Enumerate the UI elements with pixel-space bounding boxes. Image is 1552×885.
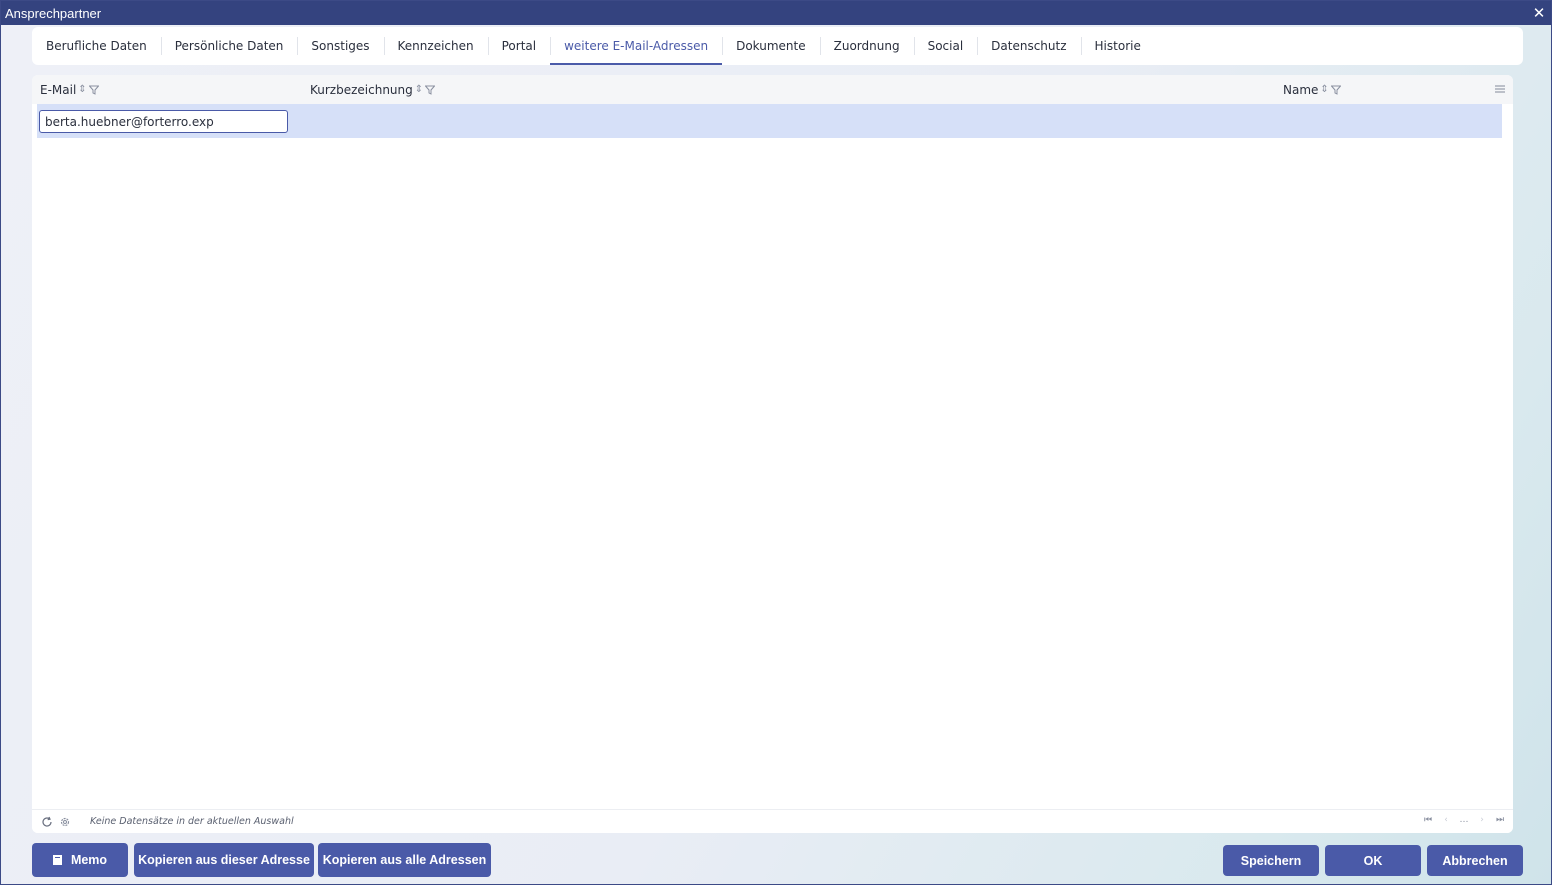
memo-button[interactable]: Memo bbox=[32, 843, 128, 877]
copy-from-this-address-button[interactable]: Kopieren aus dieser Adresse bbox=[134, 843, 314, 877]
tab-berufliche-daten[interactable]: Berufliche Daten bbox=[32, 27, 161, 65]
last-page-icon[interactable]: ⏭ bbox=[1495, 815, 1505, 825]
window-title: Ansprechpartner bbox=[5, 5, 102, 21]
memo-label: Memo bbox=[70, 853, 108, 867]
close-icon[interactable]: ✕ bbox=[1531, 4, 1547, 22]
tab-historie[interactable]: Historie bbox=[1080, 27, 1155, 65]
ok-button[interactable]: OK bbox=[1325, 845, 1421, 876]
tab-social[interactable]: Social bbox=[913, 27, 978, 65]
tab-bar: Berufliche Daten Persönliche Daten Sonst… bbox=[32, 27, 1523, 65]
email-grid: E-Mail ⇕ Kurzbezeichnung ⇕ Name ⇕ berta.… bbox=[32, 75, 1513, 833]
column-label: Kurzbezeichnung bbox=[310, 82, 413, 97]
tab-zuordnung[interactable]: Zuordnung bbox=[819, 27, 914, 65]
sort-icon[interactable]: ⇕ bbox=[1320, 84, 1328, 95]
sort-icon[interactable]: ⇕ bbox=[78, 84, 86, 95]
tab-portal[interactable]: Portal bbox=[487, 27, 550, 65]
first-page-icon[interactable]: ⏮ bbox=[1423, 815, 1433, 825]
column-header-name[interactable]: Name ⇕ bbox=[1283, 75, 1341, 104]
copy-from-all-addresses-button[interactable]: Kopieren aus alle Adressen bbox=[318, 843, 491, 877]
tab-weitere-email-adressen[interactable]: weitere E-Mail-Adressen bbox=[550, 27, 723, 65]
grid-header: E-Mail ⇕ Kurzbezeichnung ⇕ Name ⇕ bbox=[32, 75, 1513, 104]
column-menu-icon[interactable] bbox=[1494, 83, 1506, 95]
column-header-email[interactable]: E-Mail ⇕ bbox=[40, 75, 99, 104]
next-page-icon[interactable]: › bbox=[1477, 815, 1487, 825]
tab-persoenliche-daten[interactable]: Persönliche Daten bbox=[160, 27, 298, 65]
table-row[interactable] bbox=[37, 104, 1502, 138]
pager: ⏮ ‹ … › ⏭ bbox=[1423, 815, 1505, 825]
column-header-kurzbezeichnung[interactable]: Kurzbezeichnung ⇕ bbox=[310, 75, 436, 104]
tab-datenschutz[interactable]: Datenschutz bbox=[977, 27, 1080, 65]
pager-ellipsis-icon: … bbox=[1459, 815, 1469, 825]
save-button[interactable]: Speichern bbox=[1223, 845, 1319, 876]
tab-kennzeichen[interactable]: Kennzeichen bbox=[383, 27, 488, 65]
filter-icon[interactable] bbox=[1330, 85, 1341, 95]
refresh-icon[interactable] bbox=[40, 815, 54, 829]
tab-dokumente[interactable]: Dokumente bbox=[722, 27, 820, 65]
tab-sonstiges[interactable]: Sonstiges bbox=[297, 27, 383, 65]
grid-status-text: Keine Datensätze in der aktuellen Auswah… bbox=[90, 816, 294, 827]
sort-icon[interactable]: ⇕ bbox=[415, 84, 423, 95]
cancel-button[interactable]: Abbrechen bbox=[1427, 845, 1523, 876]
column-label: Name bbox=[1283, 82, 1319, 97]
grid-footer: Keine Datensätze in der aktuellen Auswah… bbox=[32, 809, 1513, 833]
prev-page-icon[interactable]: ‹ bbox=[1441, 815, 1451, 825]
email-field[interactable] bbox=[39, 110, 288, 133]
title-bar: Ansprechpartner ✕ bbox=[1, 1, 1551, 25]
gear-icon[interactable] bbox=[58, 815, 72, 829]
filter-icon[interactable] bbox=[88, 85, 99, 95]
memo-icon bbox=[52, 855, 62, 865]
column-label: E-Mail bbox=[40, 82, 77, 97]
filter-icon[interactable] bbox=[425, 85, 436, 95]
dialog-window: Ansprechpartner ✕ Berufliche Daten Persö… bbox=[0, 0, 1552, 885]
